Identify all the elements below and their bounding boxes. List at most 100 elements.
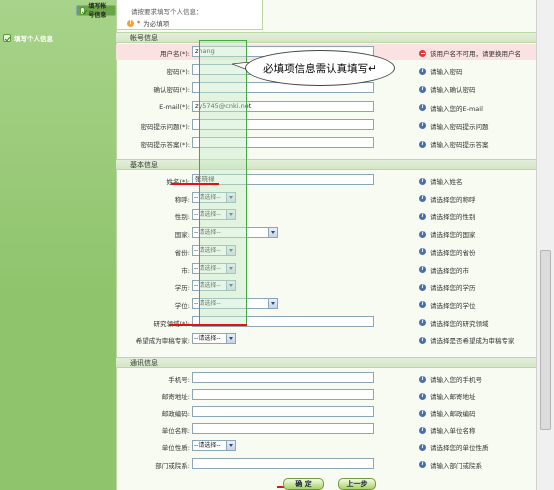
form-row: 称呼: --请选择-- i 请选择您的称呼 [116, 190, 536, 206]
info-icon: i [419, 85, 426, 93]
hint-text: 请输入您的手机号 [430, 376, 482, 384]
field-hint: i 请输入部门或院系 [419, 460, 482, 470]
info-icon: i [419, 375, 426, 383]
sidebar-item-label: 填写个人信息 [14, 35, 53, 43]
field-label: 密码提示问题(*): [140, 122, 190, 131]
hint-text: 请选择您的市 [430, 266, 469, 275]
sidebar-item-label: 填写帐号信息 [88, 2, 107, 19]
field-label: 性别: [174, 213, 190, 222]
select-dropdown[interactable]: --请选择-- [192, 440, 236, 452]
field-hint: i 请选择您的学位 [419, 300, 476, 310]
text-input[interactable] [192, 457, 374, 469]
field-label: 单位性质: [161, 444, 190, 453]
hint-text: 请输入密码 [430, 68, 463, 77]
hint-text: 请选择您的学历 [430, 284, 476, 293]
warning-icon: ! [127, 19, 134, 27]
sidebar-item-account-info[interactable]: 填写帐号信息 [76, 3, 116, 19]
field-hint: i 请选择您的省份 [419, 247, 476, 257]
select-dropdown[interactable]: --请选择-- [192, 333, 236, 345]
info-icon: i [419, 140, 426, 148]
info-icon: i [419, 426, 426, 434]
sidebar: 填写帐号信息 填写个人信息 [0, 0, 116, 490]
chevron-down-icon[interactable] [268, 228, 277, 238]
field-label: 手机号: [168, 376, 190, 384]
field-hint: i 请选择您的称呼 [419, 194, 476, 204]
sidebar-item-personal-info[interactable]: 填写个人信息 [3, 31, 53, 45]
form-row: 单位性质: --请选择-- i 请选择您的单位性质 [116, 438, 536, 454]
info-icon: i [419, 336, 426, 344]
hint-text: 请输入密码提示答案 [430, 141, 489, 149]
required-star: * [137, 19, 141, 27]
form-row: 希望成为审稿专家: --请选择-- i 请选择是否希望成为审稿专家 [116, 331, 536, 347]
field-label: 省份: [174, 248, 190, 257]
text-input[interactable] [192, 406, 374, 418]
info-icon: i [419, 122, 426, 130]
form-row: 部门或院系: i 请输入部门或院系 [116, 456, 536, 472]
hint-text: 请选择您的单位性质 [430, 444, 489, 453]
chevron-down-icon[interactable] [226, 441, 235, 451]
chevron-down-icon[interactable] [268, 298, 277, 308]
field-label: 部门或院系: [155, 461, 190, 470]
hint-text: 请输入密码提示问题 [430, 122, 489, 131]
info-icon: i [419, 461, 426, 468]
hint-text: 请输入部门或院系 [430, 461, 482, 470]
form-row: 邮寄地址: i 请输入邮寄地址 [116, 387, 536, 403]
form-row: 国家: --请选择-- i 请选择您的国家 [116, 225, 536, 241]
field-hint: i 请选择您的性别 [419, 211, 476, 221]
hint-text: 请输入邮政编码 [430, 410, 476, 419]
field-label: E-mail(*): [159, 102, 190, 111]
required-note-text: 为必填项 [143, 20, 170, 28]
tab-title: 请按要求填写个人信息： [131, 8, 203, 16]
field-hint: i 请输入确认密码 [419, 84, 476, 94]
hint-text: 请输入您的E-mail [430, 104, 483, 113]
info-icon: i [419, 195, 426, 203]
hint-text: 请选择您的国家 [430, 231, 476, 240]
confirm-button[interactable]: 确 定 [283, 478, 324, 490]
form-row: 姓名(*): 张晓禄 i 请输入姓名 [116, 172, 536, 188]
hint-text: 请输入单位名称 [430, 427, 476, 436]
check-icon [3, 34, 11, 42]
info-icon: i [419, 443, 426, 451]
field-label: 希望成为审稿专家: [135, 337, 190, 346]
hint-text: 请选择您的性别 [430, 213, 476, 222]
field-label: 学历: [174, 284, 190, 293]
required-note: ! * 为必填项 [127, 18, 169, 28]
form-row: 性别: --请选择-- i 请选择您的性别 [116, 207, 536, 223]
form-row: 单位名称: i 请输入单位名称 [116, 421, 536, 437]
hint-text: 请选择您的省份 [430, 248, 476, 257]
previous-step-button[interactable]: 上一步 [338, 478, 376, 490]
vertical-scrollbar[interactable] [536, 0, 554, 490]
field-label: 密码提示答案(*): [140, 141, 190, 149]
field-hint: i 请输入您的E-mail [419, 103, 483, 113]
field-label: 用户名(*): [159, 50, 190, 58]
field-label: 单位名称: [161, 427, 190, 436]
text-input[interactable] [192, 423, 374, 435]
form-row: 手机号: i 请输入您的手机号 [116, 370, 536, 386]
info-icon: i [419, 392, 426, 400]
field-hint: i 请输入您的手机号 [419, 374, 482, 384]
field-hint: i 请输入邮寄地址 [419, 391, 476, 401]
hint-text: 请输入姓名 [430, 178, 463, 186]
field-hint: i 请输入密码提示答案 [419, 139, 489, 149]
check-icon [80, 6, 86, 15]
field-hint: i 请选择是否希望成为审稿专家 [419, 335, 515, 345]
section-contact: 通讯信息 [116, 357, 536, 368]
form-row: 研究领域(*): i 请选择您的研究领域 [116, 314, 536, 330]
field-label: 密码(*): [166, 68, 190, 77]
hint-text: 请选择您的称呼 [430, 195, 476, 204]
hint-text: 请输入确认密码 [430, 86, 476, 95]
field-label: 称呼: [174, 195, 190, 204]
text-input[interactable] [192, 372, 374, 383]
info-icon: i [419, 67, 426, 75]
info-icon: i [419, 266, 426, 273]
chevron-down-icon[interactable] [226, 334, 235, 344]
form-row: 密码提示答案(*): i 请输入密码提示答案 [116, 135, 536, 151]
field-hint: i 请选择您的单位性质 [419, 442, 489, 452]
scrollbar-thumb[interactable] [540, 250, 551, 430]
hint-text: 请选择是否希望成为审稿专家 [430, 337, 515, 346]
text-input[interactable] [192, 389, 374, 401]
field-label: 确认密码(*): [153, 86, 190, 95]
info-icon: i [419, 230, 426, 238]
form-row: 省份: --请选择-- i 请选择您的省份 [116, 243, 536, 259]
info-icon: i [419, 212, 426, 220]
